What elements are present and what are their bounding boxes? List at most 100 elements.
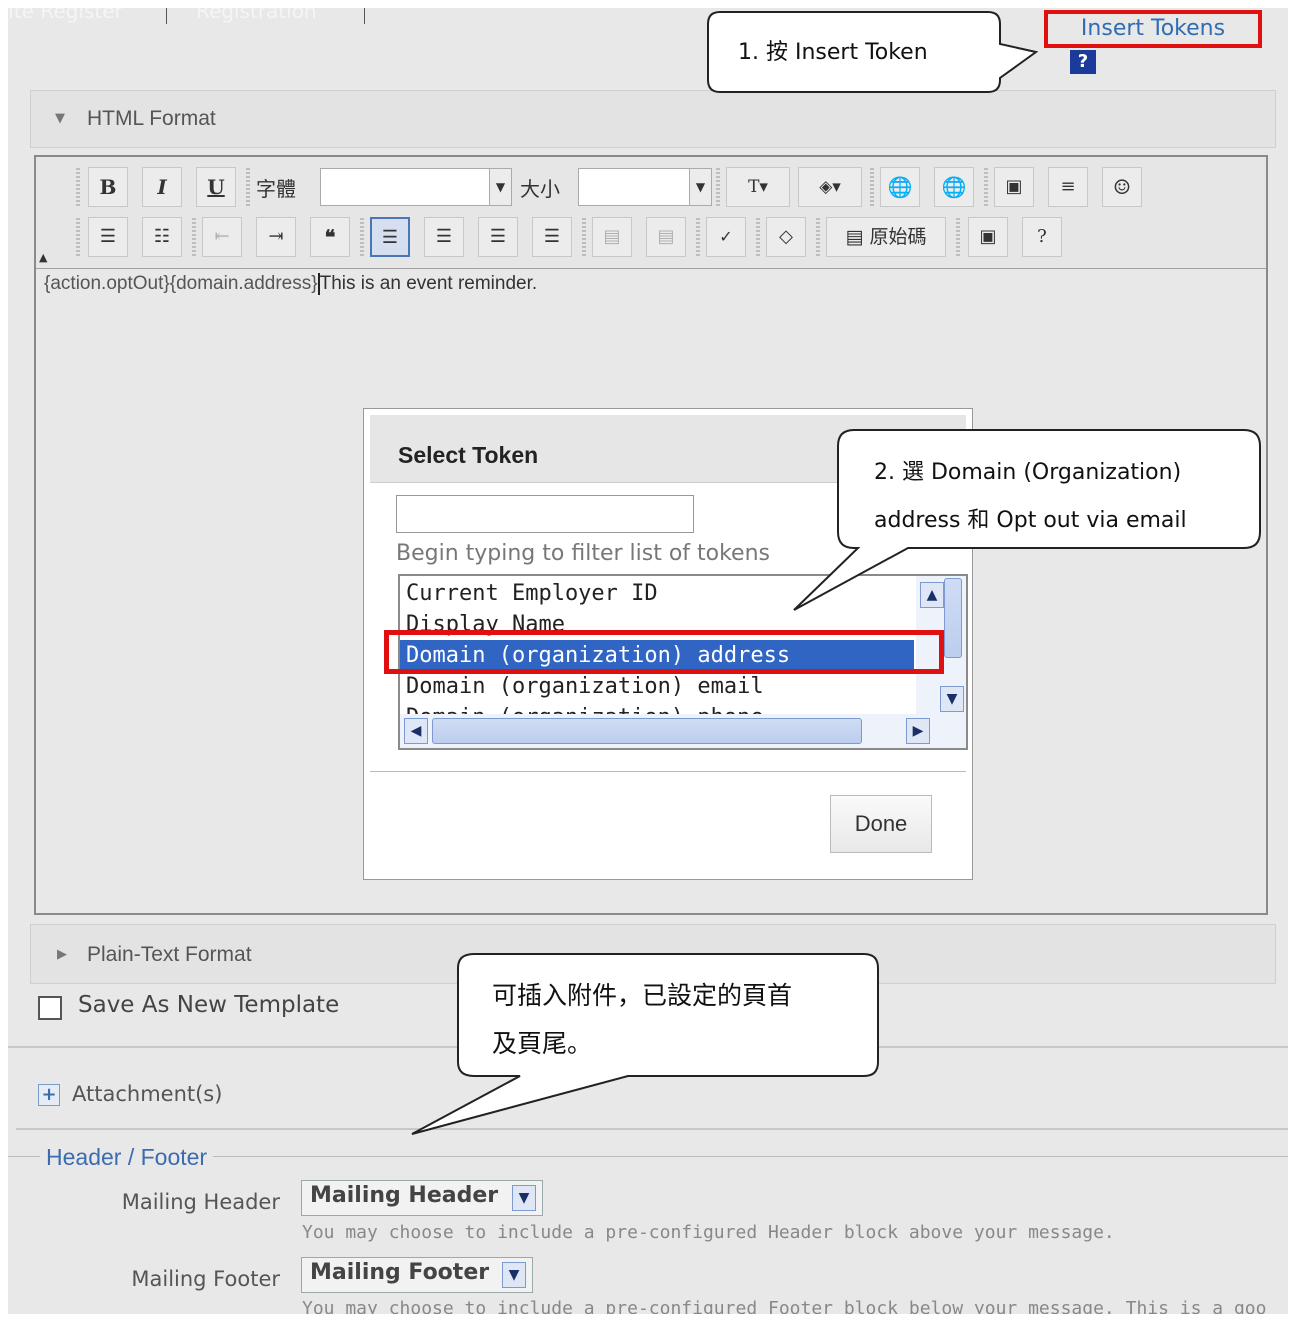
editor-text: This is an event reminder. <box>319 273 538 295</box>
plain-text-format-title: Plain-Text Format <box>87 943 252 966</box>
size-select[interactable]: ▼ <box>578 168 712 206</box>
italic-button[interactable]: I <box>142 167 182 207</box>
toolbar-grip <box>76 168 80 208</box>
dialog-divider <box>370 771 966 772</box>
callout-text-2a: 2. 選 Domain (Organization) <box>874 460 1182 485</box>
bold-button[interactable]: B <box>88 167 128 207</box>
chevron-down-icon[interactable]: ▼ <box>489 169 511 205</box>
align-right-icon[interactable]: ☰ <box>478 217 518 257</box>
align-left-icon[interactable]: ☰ <box>370 217 410 257</box>
list-item[interactable]: Domain (organization) email <box>400 671 914 703</box>
toolbar-grip <box>984 168 988 208</box>
blockquote-icon[interactable]: ❝ <box>310 217 350 257</box>
divider <box>8 1046 1288 1048</box>
toolbar-grip <box>870 168 874 208</box>
align-justify-icon[interactable]: ☰ <box>532 217 572 257</box>
chevron-down-icon[interactable]: ▼ <box>689 169 711 205</box>
background-color-icon[interactable]: ◈▾ <box>798 167 862 207</box>
highlight-box <box>384 630 944 674</box>
scroll-thumb[interactable] <box>432 718 862 744</box>
font-select[interactable]: ▼ <box>320 168 512 206</box>
scroll-down-icon[interactable]: ▼ <box>940 686 964 712</box>
spellcheck-icon[interactable]: ✓ <box>706 217 746 257</box>
toolbar-grip <box>246 168 250 208</box>
toolbar-grip <box>582 218 586 258</box>
chevron-down-icon[interactable]: ▼ <box>512 1185 536 1211</box>
toolbar-collapse-icon[interactable]: ▲ <box>39 251 47 264</box>
outdent-icon[interactable]: ⇤ <box>202 217 242 257</box>
scroll-up-icon[interactable]: ▲ <box>920 582 944 608</box>
toolbar-grip <box>816 218 820 258</box>
expanded-triangle-icon: ▼ <box>55 111 65 126</box>
plain-text-format-bar[interactable]: ▶ Plain-Text Format <box>30 924 1276 984</box>
divider <box>16 1128 1288 1130</box>
tab-register[interactable]: Ite Register <box>8 8 123 23</box>
callout-text-3a: 可插入附件，已設定的頁首 <box>492 981 793 1010</box>
indent-icon[interactable]: ⇥ <box>256 217 296 257</box>
token-domain-address: {domain.address} <box>169 273 318 295</box>
source-label: 原始碼 <box>869 226 927 248</box>
toolbar-row-1: B I U 字體 ▼ 大小 ▼ T▾ ◈▾ 🌐 🌐 ▣ ≡ ☺ <box>76 165 1226 211</box>
mailing-footer-select[interactable]: Mailing Footer ▼ <box>301 1257 533 1293</box>
scroll-right-icon[interactable]: ▶ <box>906 718 930 744</box>
text-color-icon[interactable]: T▾ <box>726 167 790 207</box>
mailing-header-select[interactable]: Mailing Header ▼ <box>301 1180 543 1216</box>
image-icon[interactable]: ▣ <box>994 167 1034 207</box>
list-item[interactable]: Current Employer ID <box>400 578 914 610</box>
editor-content[interactable]: {action.optOut}{domain.address} This is a… <box>44 273 537 295</box>
underline-button[interactable]: U <box>196 167 236 207</box>
scroll-thumb[interactable] <box>944 578 962 658</box>
eraser-icon[interactable]: ◇ <box>766 217 806 257</box>
html-format-title: HTML Format <box>87 107 216 130</box>
collapsed-triangle-icon: ▶ <box>57 947 67 962</box>
filter-hint: Begin typing to filter list of tokens <box>396 541 770 566</box>
font-label: 字體 <box>256 177 296 201</box>
ordered-list-icon[interactable]: ☰ <box>88 217 128 257</box>
toolbar-grip <box>716 168 720 208</box>
scroll-left-icon[interactable]: ◀ <box>404 718 428 744</box>
horizontal-scrollbar[interactable]: ◀ ▶ <box>400 714 966 748</box>
chevron-down-icon[interactable]: ▼ <box>502 1262 526 1288</box>
done-button[interactable]: Done <box>830 795 932 853</box>
expand-plus-icon[interactable]: + <box>38 1084 60 1106</box>
toolbar-grip <box>756 218 760 258</box>
unordered-list-icon[interactable]: ☷ <box>142 217 182 257</box>
align-center-icon[interactable]: ☰ <box>424 217 464 257</box>
unlink-icon[interactable]: 🌐 <box>934 167 974 207</box>
tab-separator <box>364 8 365 24</box>
horizontal-rule-icon[interactable]: ≡ <box>1048 167 1088 207</box>
paste-word-icon[interactable]: ▤ <box>646 217 686 257</box>
mailing-header-value: Mailing Header <box>310 1183 499 1208</box>
html-format-bar[interactable]: ▼ HTML Format <box>30 90 1276 148</box>
toolbar-grip <box>956 218 960 258</box>
tab-separator <box>166 8 167 24</box>
mailing-footer-value: Mailing Footer <box>310 1260 490 1285</box>
dialog-title: Select Token <box>398 442 539 468</box>
token-opt-out: {action.optOut} <box>44 273 170 295</box>
toolbar-grip <box>696 218 700 258</box>
editor-toolbar: ▲ B I U 字體 ▼ 大小 ▼ T▾ ◈▾ 🌐 🌐 ▣ ≡ ☺ ☰ ☷ ⇤ … <box>36 157 1266 269</box>
help-icon[interactable]: ? <box>1070 50 1096 74</box>
mailing-footer-label: Mailing Footer <box>131 1267 280 1291</box>
toolbar-grip <box>192 218 196 258</box>
callout-text-2b: address 和 Opt out via email <box>874 508 1187 533</box>
smiley-icon[interactable]: ☺ <box>1102 167 1142 207</box>
toolbar-row-2: ☰ ☷ ⇤ ⇥ ❝ ☰ ☰ ☰ ☰ ▤ ▤ ✓ ◇ ▤ 原始碼 ▣ ? <box>76 215 1226 261</box>
token-filter-input[interactable] <box>396 495 694 533</box>
toolbar-grip <box>76 218 80 258</box>
save-template-checkbox[interactable] <box>38 996 62 1020</box>
toolbar-grip <box>360 218 364 258</box>
paste-text-icon[interactable]: ▤ <box>592 217 632 257</box>
attachments-label[interactable]: Attachment(s) <box>72 1082 222 1106</box>
top-tabs: Ite Register Registration <box>8 8 408 30</box>
insert-tokens-link[interactable]: Insert Tokens <box>1044 10 1262 48</box>
link-icon[interactable]: 🌐 <box>880 167 920 207</box>
help-about-icon[interactable]: ? <box>1022 217 1062 257</box>
screenshot-canvas: Ite Register Registration Insert Tokens … <box>8 8 1288 1314</box>
callout-text-3b: 及頁尾。 <box>492 1029 593 1058</box>
save-template-label: Save As New Template <box>78 992 340 1018</box>
callout-text-1: 1. 按 Insert Token <box>738 40 928 65</box>
source-button[interactable]: ▤ 原始碼 <box>826 217 946 257</box>
fullscreen-icon[interactable]: ▣ <box>968 217 1008 257</box>
tab-registration[interactable]: Registration <box>196 8 317 23</box>
